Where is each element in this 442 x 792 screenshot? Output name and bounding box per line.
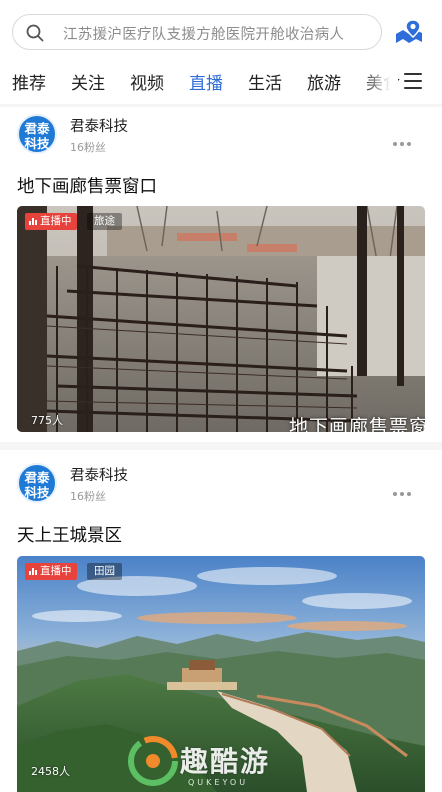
live-status-badge: 直播中 xyxy=(25,213,77,230)
avatar[interactable]: 君泰 科技 xyxy=(17,114,57,154)
live-feed-page: 江苏援沪医疗队支援方舱医院开舱收治病人 推荐 关注 视频 直播 生活 旅游 美食… xyxy=(0,0,442,792)
watermark-logo-icon xyxy=(128,736,178,786)
search-icon xyxy=(26,24,44,42)
tabs-fade xyxy=(362,62,398,104)
avatar[interactable]: 君泰 科技 xyxy=(17,463,57,503)
post-divider xyxy=(0,442,442,450)
viewer-count: 775人 xyxy=(31,414,63,427)
post-title[interactable]: 天上王城景区 xyxy=(17,522,122,547)
site-watermark: 趣酷游 QUKEYOU xyxy=(128,734,318,792)
map-location-icon[interactable] xyxy=(394,17,424,47)
menu-icon[interactable] xyxy=(404,73,422,89)
tab-follow[interactable]: 关注 xyxy=(71,69,105,94)
tab-live[interactable]: 直播 xyxy=(189,69,223,94)
post-title[interactable]: 地下画廊售票窗口 xyxy=(17,173,157,198)
watermark-text: 趣酷游 xyxy=(180,745,271,778)
fans-count: 16粉丝 xyxy=(70,141,106,154)
search-input[interactable]: 江苏援沪医疗队支援方舱医院开舱收治病人 xyxy=(12,14,382,50)
tab-video[interactable]: 视频 xyxy=(130,69,164,94)
live-status-badge: 直播中 xyxy=(25,563,77,580)
ticket-gate-scene xyxy=(17,206,425,432)
author-name[interactable]: 君泰科技 xyxy=(70,464,128,485)
tab-recommend[interactable]: 推荐 xyxy=(12,69,46,94)
more-options-icon[interactable] xyxy=(393,481,415,496)
viewer-count: 2458人 xyxy=(31,765,70,778)
channel-tabs: 推荐 关注 视频 直播 生活 旅游 美食 xyxy=(0,62,442,104)
author-name[interactable]: 君泰科技 xyxy=(70,115,128,136)
video-caption: 地下画廊售票窗 xyxy=(289,416,425,432)
watermark-subtext: QUKEYOU xyxy=(188,778,249,787)
tab-travel[interactable]: 旅游 xyxy=(307,69,341,94)
live-signal-icon xyxy=(29,218,37,225)
search-placeholder: 江苏援沪医疗队支援方舱医院开舱收治病人 xyxy=(63,27,345,43)
live-signal-icon xyxy=(29,568,37,575)
category-tag: 田园 xyxy=(87,563,122,580)
tab-life[interactable]: 生活 xyxy=(248,69,282,94)
live-post[interactable]: 君泰 科技 君泰科技 16粉丝 地下画廊售票窗口 直播中 旅途 775人 地下画… xyxy=(0,107,442,442)
search-bar-row: 江苏援沪医疗队支援方舱医院开舱收治病人 xyxy=(0,0,442,62)
more-options-icon[interactable] xyxy=(393,131,415,146)
live-thumbnail[interactable]: 直播中 旅途 775人 地下画廊售票窗 xyxy=(17,206,425,432)
category-tag: 旅途 xyxy=(87,213,122,230)
fans-count: 16粉丝 xyxy=(70,490,106,503)
